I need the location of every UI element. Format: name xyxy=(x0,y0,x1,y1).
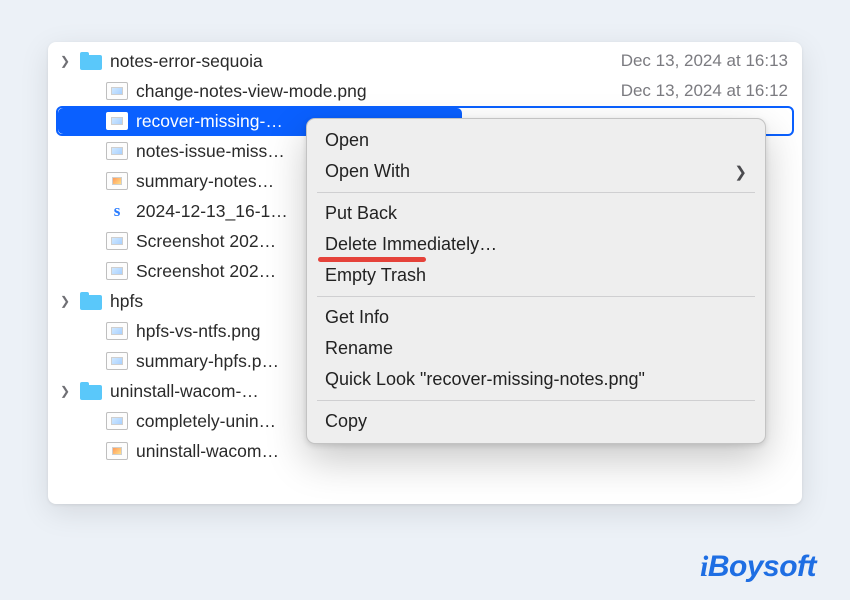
folder-icon xyxy=(80,52,102,70)
disclosure-triangle-icon[interactable]: ❯ xyxy=(58,384,72,398)
menu-open-with[interactable]: Open With ❯ xyxy=(307,156,765,187)
menu-quick-look[interactable]: Quick Look "recover-missing-notes.png" xyxy=(307,364,765,395)
menu-empty-trash[interactable]: Empty Trash xyxy=(307,260,765,291)
folder-icon xyxy=(80,382,102,400)
file-name: 2024-12-13_16-1… xyxy=(136,201,288,222)
image-file-icon xyxy=(106,142,128,160)
chevron-right-icon: ❯ xyxy=(734,163,747,181)
menu-open[interactable]: Open xyxy=(307,125,765,156)
menu-label: Rename xyxy=(325,338,393,359)
menu-put-back[interactable]: Put Back xyxy=(307,198,765,229)
file-name: Screenshot 202… xyxy=(136,231,276,252)
menu-label: Get Info xyxy=(325,307,389,328)
menu-rename[interactable]: Rename xyxy=(307,333,765,364)
menu-copy[interactable]: Copy xyxy=(307,406,765,437)
file-date: Dec 13, 2024 at 16:13 xyxy=(597,51,788,71)
image-file-icon xyxy=(106,112,128,130)
folder-icon xyxy=(80,292,102,310)
file-name: hpfs xyxy=(110,291,143,312)
file-name: uninstall-wacom-… xyxy=(110,381,259,402)
file-name: completely-unin… xyxy=(136,411,276,432)
menu-label: Empty Trash xyxy=(325,265,426,286)
menu-label: Open xyxy=(325,130,369,151)
menu-separator xyxy=(317,400,755,401)
list-item[interactable]: ❯ notes-error-sequoia Dec 13, 2024 at 16… xyxy=(48,46,802,76)
annotation-underline xyxy=(318,257,426,262)
file-name: summary-notes… xyxy=(136,171,274,192)
menu-label: Open With xyxy=(325,161,410,182)
list-item[interactable]: ❯ change-notes-view-mode.png Dec 13, 202… xyxy=(48,76,802,106)
menu-label: Quick Look "recover-missing-notes.png" xyxy=(325,369,645,390)
image-file-icon xyxy=(106,352,128,370)
disclosure-triangle-icon[interactable]: ❯ xyxy=(58,294,72,308)
image-file-icon xyxy=(106,172,128,190)
menu-label: Copy xyxy=(325,411,367,432)
disclosure-triangle-icon[interactable]: ❯ xyxy=(58,54,72,68)
file-name: notes-error-sequoia xyxy=(110,51,263,72)
menu-separator xyxy=(317,192,755,193)
image-file-icon xyxy=(106,322,128,340)
file-name: hpfs-vs-ntfs.png xyxy=(136,321,261,342)
menu-label: Delete Immediately… xyxy=(325,234,497,255)
file-name: change-notes-view-mode.png xyxy=(136,81,367,102)
menu-label: Put Back xyxy=(325,203,397,224)
image-file-icon xyxy=(106,232,128,250)
menu-delete-immediately[interactable]: Delete Immediately… xyxy=(307,229,765,260)
image-file-icon xyxy=(106,412,128,430)
file-name: summary-hpfs.p… xyxy=(136,351,279,372)
menu-separator xyxy=(317,296,755,297)
file-name: notes-issue-miss… xyxy=(136,141,285,162)
file-name: recover-missing-… xyxy=(136,111,283,132)
image-file-icon xyxy=(106,82,128,100)
context-menu: Open Open With ❯ Put Back Delete Immedia… xyxy=(306,118,766,444)
file-name: uninstall-wacom… xyxy=(136,441,279,462)
file-name: Screenshot 202… xyxy=(136,261,276,282)
file-date: Dec 13, 2024 at 16:12 xyxy=(597,81,788,101)
image-file-icon xyxy=(106,262,128,280)
image-file-icon xyxy=(106,442,128,460)
menu-get-info[interactable]: Get Info xyxy=(307,302,765,333)
text-file-icon: s xyxy=(106,202,128,220)
watermark-logo: iiBoysoftBoysoft xyxy=(700,550,816,584)
